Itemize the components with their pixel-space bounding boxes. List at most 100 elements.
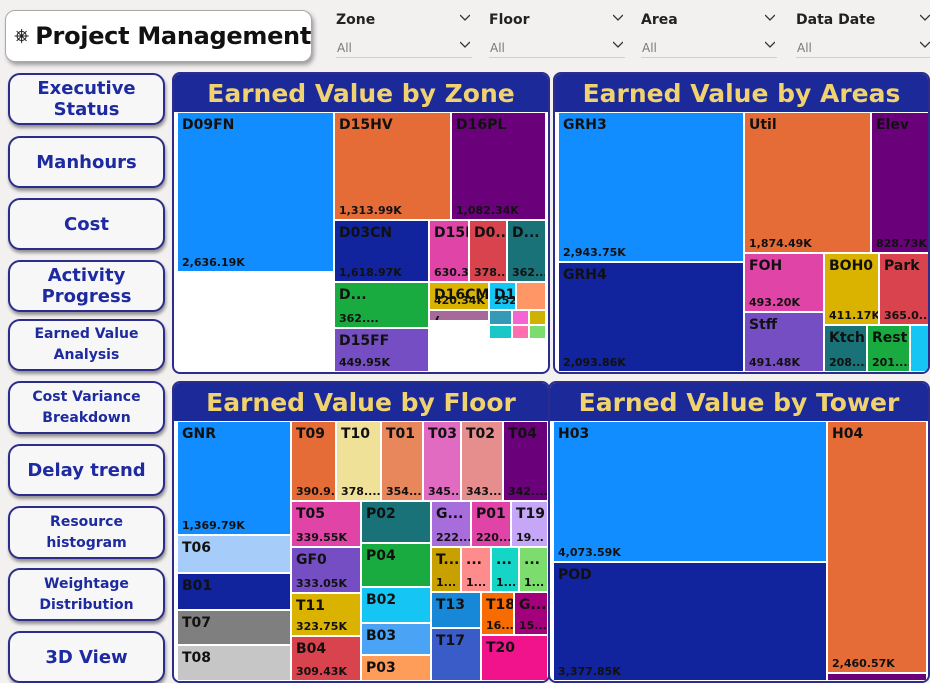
chevron-down-icon[interactable] (765, 13, 775, 23)
chevron-down-icon[interactable] (920, 40, 930, 50)
treemap-tile[interactable]: T19 19... (511, 501, 548, 547)
treemap-tile[interactable]: T04 342.... (503, 421, 548, 501)
treemap-tile[interactable]: GRH4 2,093.86K (558, 262, 744, 372)
chevron-down-icon[interactable] (920, 13, 930, 23)
zone-filter-value[interactable]: All (337, 41, 352, 55)
nav-executive-status-button[interactable]: Executive Status (8, 73, 165, 125)
treemap-tile[interactable]: P01 220.... (471, 501, 511, 547)
treemap-tile[interactable]: T01 354.... (381, 421, 423, 501)
treemap-tile[interactable]: Rest 201.... (867, 325, 910, 372)
treemap-tile[interactable]: POD 3,377.85K (553, 562, 827, 681)
area-filter-value[interactable]: All (642, 41, 657, 55)
nav-manhours-button[interactable]: Manhours (8, 136, 165, 188)
treemap-tile[interactable] (516, 282, 546, 310)
tile-value: 828.73K (876, 237, 927, 250)
treemap-tile[interactable]: T06 (177, 535, 291, 573)
treemap-tile[interactable]: P03 (361, 655, 431, 681)
treemap-tile[interactable]: T10 378.... (336, 421, 381, 501)
treemap-tile[interactable]: T09 390.9... (291, 421, 336, 501)
zone-filter[interactable]: Zone All (336, 8, 472, 60)
treemap-tile[interactable]: GF0 333.05K (291, 547, 361, 593)
treemap-tile[interactable]: B02 (361, 587, 431, 623)
chevron-down-icon[interactable] (613, 13, 623, 23)
treemap-tile[interactable]: G... 222.... (431, 501, 471, 547)
treemap-tile[interactable]: T08 (177, 645, 291, 681)
treemap-tile[interactable]: T11 323.75K (291, 593, 361, 636)
treemap-tile[interactable]: (... (429, 310, 489, 321)
treemap-tile[interactable]: GNR 1,369.79K (177, 421, 291, 535)
treemap-tile[interactable]: Util 1,874.49K (744, 112, 871, 253)
tile-label: B04 (296, 641, 327, 657)
earned-value-by-floor-panel: Earned Value by Floor GNR 1,369.79K T09 390… (172, 381, 550, 683)
treemap-tile[interactable] (827, 673, 927, 681)
treemap-tile[interactable] (512, 325, 529, 339)
treemap-tile[interactable]: D15FF 449.95K (334, 328, 429, 372)
treemap-tile[interactable]: B01 (177, 573, 291, 610)
treemap-tile[interactable] (489, 325, 512, 339)
treemap-tile[interactable]: FOH 493.20K (744, 253, 824, 312)
nav-cost-variance-breakdown-button[interactable]: Cost Variance Breakdown (8, 381, 165, 434)
treemap-tile[interactable]: H03 4,073.59K (553, 421, 827, 562)
chevron-down-icon[interactable] (460, 40, 470, 50)
treemap-tile[interactable]: P04 (361, 543, 431, 587)
chevron-down-icon[interactable] (460, 13, 470, 23)
treemap-tile[interactable]: Stff 491.48K (744, 312, 824, 372)
treemap-tile[interactable] (512, 310, 529, 325)
treemap-tile[interactable]: D09FN 2,636.19K (177, 112, 334, 272)
treemap-tile[interactable]: T05 339.55K (291, 501, 361, 547)
tile-label: T01 (386, 426, 416, 442)
treemap-tile[interactable] (529, 310, 546, 325)
nav-earned-value-analysis-button[interactable]: Earned Value Analysis (8, 319, 165, 371)
treemap-tile[interactable]: Ktch 208.... (824, 325, 867, 372)
treemap-tile[interactable]: T18 16... (481, 592, 514, 635)
tile-value: 342.... (508, 485, 548, 498)
nav-resource-histogram-button[interactable]: Resource histogram (8, 506, 165, 559)
treemap-tile[interactable]: D... 362.... (507, 220, 546, 282)
treemap-tile[interactable]: H04 2,460.57K (827, 421, 927, 673)
treemap-tile[interactable]: T02 343.... (461, 421, 503, 501)
treemap-tile[interactable]: G... 15... (514, 592, 548, 635)
treemap-tile[interactable]: ... 1... (491, 547, 519, 592)
floor-filter[interactable]: Floor All (489, 8, 625, 60)
treemap-tile[interactable] (489, 310, 512, 325)
treemap-tile[interactable]: P02 (361, 501, 431, 543)
treemap-tile[interactable]: D15PL 630.39K (429, 220, 469, 282)
treemap-tile[interactable]: T17 (431, 628, 481, 681)
treemap-tile[interactable]: B04 309.43K (291, 636, 361, 681)
tile-value: 365.0... (884, 309, 929, 322)
nav-weightage-distribution-button[interactable]: Weightage Distribution (8, 568, 165, 621)
area-filter[interactable]: Area All (641, 8, 777, 60)
treemap-tile[interactable]: D... 362.... (334, 282, 429, 328)
nav-3d-view-button[interactable]: 3D View (8, 631, 165, 683)
treemap-tile[interactable]: D16FA252.37K (489, 282, 516, 310)
treemap-tile[interactable]: T... 1... (431, 547, 461, 592)
treemap-tile[interactable]: BOH0 411.17K (824, 253, 879, 325)
treemap-tile[interactable] (529, 325, 546, 339)
page-title: Project Management (35, 22, 311, 50)
treemap-tile[interactable]: D03CN 1,618.97K (334, 220, 429, 282)
treemap-tile[interactable]: D16PL 1,082.34K (451, 112, 546, 220)
treemap-tile[interactable]: Elev 828.73K (871, 112, 928, 253)
treemap-tile[interactable]: T13 (431, 592, 481, 628)
tile-value: 345.... (428, 485, 460, 498)
treemap-tile[interactable]: D0... 378.... (469, 220, 507, 282)
treemap-tile[interactable]: T07 (177, 610, 291, 645)
treemap-tile[interactable] (910, 325, 928, 372)
data-date-filter-value[interactable]: All (797, 41, 812, 55)
nav-cost-button[interactable]: Cost (8, 198, 165, 250)
treemap-tile[interactable]: D15HV 1,313.99K (334, 112, 451, 220)
nav-delay-trend-button[interactable]: Delay trend (8, 444, 165, 496)
treemap-tile[interactable]: GRH3 2,943.75K (558, 112, 744, 262)
treemap-tile[interactable]: D16CM 420.34K (429, 282, 489, 310)
chevron-down-icon[interactable] (613, 40, 623, 50)
nav-activity-progress-button[interactable]: Activity Progress (8, 260, 165, 312)
treemap-tile[interactable]: T03 345.... (423, 421, 461, 501)
treemap-tile[interactable]: T20 (481, 635, 548, 681)
treemap-tile[interactable]: ... 1... (461, 547, 491, 592)
treemap-tile[interactable]: ... 1... (519, 547, 548, 592)
treemap-tile[interactable]: Park 365.0... (879, 253, 929, 325)
treemap-tile[interactable]: B03 (361, 623, 431, 655)
data-date-filter[interactable]: Data Date All (796, 8, 930, 60)
chevron-down-icon[interactable] (765, 40, 775, 50)
floor-filter-value[interactable]: All (490, 41, 505, 55)
